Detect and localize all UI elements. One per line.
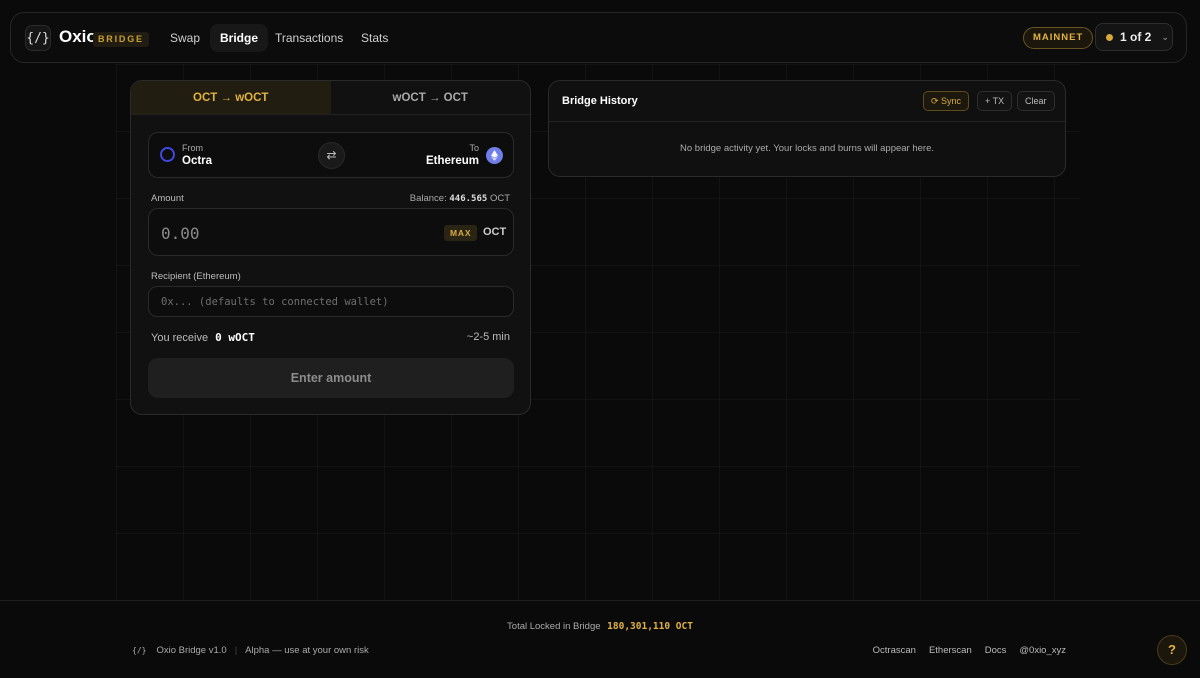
eta-text: ~2-5 min [466,331,510,343]
total-locked-value: 180,301,110 OCT [607,621,693,632]
top-header: {/} Oxio BRIDGE Swap Bridge Transactions… [10,12,1187,63]
tab-oct-to-woct[interactable]: OCT → wOCT [131,81,331,114]
receive-value: 0 wOCT [215,331,255,344]
clear-button[interactable]: Clear [1017,91,1055,111]
link-docs[interactable]: Docs [985,645,1007,656]
max-button[interactable]: MAX [444,225,478,241]
from-label: From [182,143,203,153]
amount-unit: OCT [483,226,507,238]
chevron-down-icon: ⌄ [1161,31,1169,42]
receive-summary: You receive 0 wOCT [151,331,255,344]
tab-woct-to-oct[interactable]: wOCT → OCT [331,81,531,114]
footer-logo-icon: {/} [132,646,147,655]
history-empty-message: No bridge activity yet. Your locks and b… [680,143,934,154]
history-header: Bridge History ⟳ Sync + TX Clear [549,81,1065,122]
help-button[interactable]: ? [1157,635,1187,665]
footer-warning: Alpha — use at your own risk [245,645,369,656]
total-locked-label: Total Locked in Bridge [507,621,601,632]
total-locked: Total Locked in Bridge 180,301,110 OCT [0,621,1200,632]
bridge-panel: OCT → wOCT wOCT → OCT From Octra ⇄ To Et… [130,80,531,415]
balance-display: Balance: 446.565 OCT [410,193,510,204]
footer-divider [0,600,1200,601]
direction-tabs: OCT → wOCT wOCT → OCT [131,81,530,115]
amount-input[interactable] [161,219,411,247]
history-title: Bridge History [562,95,638,107]
account-status-dot [1106,33,1113,41]
app-name: Oxio [59,27,97,46]
nav-stats[interactable]: Stats [351,24,398,52]
recipient-input[interactable] [161,293,501,311]
add-tx-button[interactable]: + TX [977,91,1013,111]
nav-bridge[interactable]: Bridge [210,24,269,52]
logo-icon: {/} [25,25,51,51]
bridge-history-panel: Bridge History ⟳ Sync + TX Clear No brid… [548,80,1066,177]
link-etherscan[interactable]: Etherscan [929,645,972,656]
ethereum-diamond-icon [491,150,498,161]
to-chain: Ethereum [425,155,479,167]
footer-info: {/} Oxio Bridge v1.0 | Alpha — use at yo… [132,645,369,656]
recipient-label: Recipient (Ethereum) [151,271,241,282]
balance-label: Balance: [409,193,447,204]
nav-transactions[interactable]: Transactions [265,24,353,52]
link-twitter[interactable]: @0xio_xyz [1019,645,1066,656]
sync-button[interactable]: ⟳ Sync [923,91,970,111]
footer-separator: | [234,645,238,656]
submit-button[interactable]: Enter amount [148,358,514,398]
route-selector: From Octra ⇄ To Ethereum [148,132,514,178]
ethereum-chain-icon [486,147,503,164]
footer-links: Octrascan Etherscan Docs @0xio_xyz [873,645,1066,656]
app-badge: BRIDGE [93,32,149,47]
amount-field: MAX OCT [148,208,514,256]
balance-value: 446.565 [449,194,488,204]
swap-direction-button[interactable]: ⇄ [318,142,345,169]
receive-label: You receive [151,332,209,344]
to-label: To [469,143,479,153]
amount-label: Amount [151,193,184,204]
account-selector[interactable]: 1 of 2 ⌄ [1095,23,1173,51]
nav-swap[interactable]: Swap [160,24,210,52]
link-octrascan[interactable]: Octrascan [873,645,916,656]
from-chain: Octra [182,155,213,167]
octra-chain-icon [160,147,175,162]
balance-unit: OCT [489,193,510,204]
footer-version: Oxio Bridge v1.0 [156,645,227,656]
network-badge: MAINNET [1023,27,1094,49]
recipient-field [148,286,514,317]
account-label: 1 of 2 [1120,30,1152,44]
